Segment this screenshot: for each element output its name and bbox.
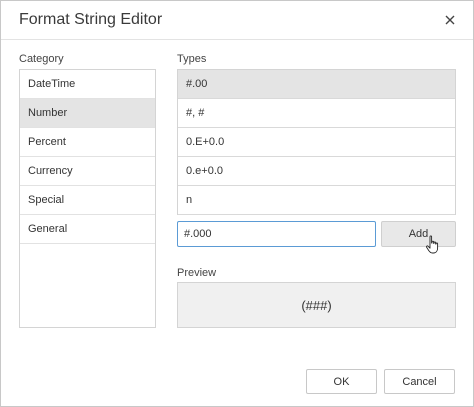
format-string-input[interactable] (177, 221, 376, 247)
preview-box: (###) (177, 282, 456, 328)
dialog-title: Format String Editor (19, 11, 163, 28)
types-list: #.00 #, # 0.E+0.0 0.e+0.0 n (177, 69, 456, 215)
category-item-special[interactable]: Special (20, 186, 155, 215)
category-item-percent[interactable]: Percent (20, 128, 155, 157)
add-button[interactable]: Add (381, 221, 456, 247)
category-item-currency[interactable]: Currency (20, 157, 155, 186)
hand-cursor-icon (426, 235, 439, 254)
category-item-datetime[interactable]: DateTime (20, 70, 155, 99)
type-item[interactable]: n (178, 186, 455, 215)
close-button[interactable] (439, 9, 461, 31)
type-item[interactable]: #, # (178, 99, 455, 128)
close-icon (445, 15, 455, 25)
preview-label: Preview (177, 267, 217, 279)
category-item-number[interactable]: Number (20, 99, 155, 128)
cancel-button[interactable]: Cancel (384, 369, 455, 394)
preview-value: (###) (301, 297, 332, 313)
ok-button[interactable]: OK (306, 369, 377, 394)
category-list: DateTime Number Percent Currency Special… (19, 69, 156, 328)
category-label: Category (19, 53, 64, 65)
format-string-editor-dialog: Format String Editor Category DateTime N… (0, 0, 474, 407)
type-item[interactable]: #.00 (178, 70, 455, 99)
type-item[interactable]: 0.E+0.0 (178, 128, 455, 157)
category-item-general[interactable]: General (20, 215, 155, 244)
types-label: Types (177, 53, 207, 65)
type-item[interactable]: 0.e+0.0 (178, 157, 455, 186)
header-divider (1, 39, 473, 40)
